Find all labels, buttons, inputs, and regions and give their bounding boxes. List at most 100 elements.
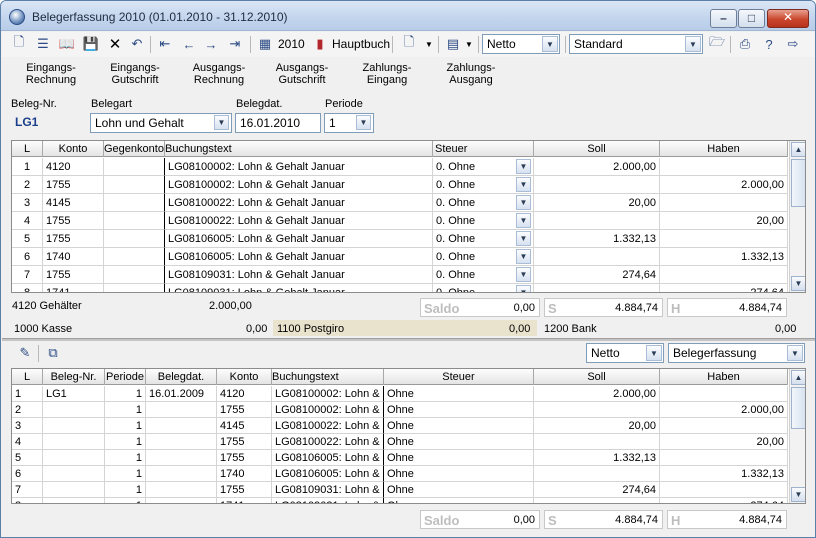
cell-konto[interactable]: 1755 xyxy=(217,482,272,498)
cell-belegdat[interactable] xyxy=(146,498,217,503)
table-row[interactable]: 2 1 1755 LG08100002: Lohn & Gehalt Januar Oh… xyxy=(12,402,788,418)
cell-steuer[interactable]: 0. Ohne ▼ xyxy=(433,176,534,194)
table-row[interactable]: 2 1755 LG08100002: Lohn & Gehalt Januar 0. … xyxy=(12,176,788,194)
cell-gegenkonto[interactable] xyxy=(104,158,165,176)
chevron-down-icon[interactable]: ▼ xyxy=(516,267,531,282)
cell-soll[interactable] xyxy=(534,434,660,450)
cell-periode[interactable]: 1 xyxy=(105,498,146,503)
last-record-button[interactable]: ⇥ xyxy=(224,34,246,54)
prev-record-button[interactable]: ← xyxy=(178,34,200,54)
cell-konto[interactable]: 1741 xyxy=(43,284,104,292)
year-label[interactable]: 2010 xyxy=(278,34,305,54)
document-menu-button[interactable]: 🗋 xyxy=(398,34,420,54)
cell-l[interactable]: 5 xyxy=(12,230,43,248)
zahlungs-eingang-button[interactable]: Zahlungs- Eingang xyxy=(352,62,422,86)
cell-soll[interactable]: 20,00 xyxy=(534,418,660,434)
cell-steuer[interactable]: Ohne xyxy=(384,402,534,418)
minimize-button[interactable]: – xyxy=(710,9,737,28)
cell-beleg-nr[interactable] xyxy=(43,482,105,498)
cell-beleg-nr[interactable] xyxy=(43,434,105,450)
cell-periode[interactable]: 1 xyxy=(105,386,146,402)
cell-haben[interactable]: 1.332,13 xyxy=(660,248,788,266)
cell-beleg-nr[interactable]: LG1 xyxy=(43,386,105,402)
cell-buchungstext[interactable]: LG08106005: Lohn & Gehalt Januar xyxy=(165,230,433,248)
cell-steuer[interactable]: Ohne xyxy=(384,466,534,482)
cell-belegdat[interactable] xyxy=(146,450,217,466)
table-row[interactable]: 5 1 1755 LG08106005: Lohn & Gehalt Januar Oh… xyxy=(12,450,788,466)
cell-soll[interactable]: 274,64 xyxy=(534,482,660,498)
close-window-button[interactable]: ✕ xyxy=(767,9,809,28)
chevron-down-icon[interactable]: ▼ xyxy=(542,36,558,52)
help-button[interactable]: ? xyxy=(758,34,780,54)
cell-konto[interactable]: 1740 xyxy=(217,466,272,482)
cell-l[interactable]: 2 xyxy=(12,176,43,194)
cell-buchungstext[interactable]: LG08100022: Lohn & Gehalt Januar xyxy=(165,194,433,212)
table-row[interactable]: 7 1755 LG08109031: Lohn & Gehalt Januar 0. … xyxy=(12,266,788,284)
column-header-l[interactable]: L xyxy=(12,141,43,157)
cell-haben[interactable]: 274,64 xyxy=(660,284,788,292)
cell-buchungstext[interactable]: LG08100022: Lohn & Gehalt Januar xyxy=(165,212,433,230)
cell-belegdat[interactable]: 16.01.2009 xyxy=(146,386,217,402)
cell-konto[interactable]: 1740 xyxy=(43,248,104,266)
column-header-soll[interactable]: Soll xyxy=(534,369,660,385)
cell-belegdat[interactable] xyxy=(146,466,217,482)
table-row[interactable]: 4 1 1755 LG08100022: Lohn & Gehalt Januar Oh… xyxy=(12,434,788,450)
cell-l[interactable]: 4 xyxy=(12,212,43,230)
belegart-select[interactable]: Lohn und Gehalt ▼ xyxy=(90,113,232,133)
table-row[interactable]: 8 1 1741 LG08109031: Lohn & Gehalt Januar Oh… xyxy=(12,498,788,503)
cell-haben[interactable] xyxy=(660,266,788,284)
column-header-steuer[interactable]: Steuer xyxy=(433,141,534,157)
cell-belegdat[interactable] xyxy=(146,434,217,450)
periode-select[interactable]: 1 ▼ xyxy=(324,113,374,133)
cell-buchungstext[interactable]: LG08109031: Lohn & Gehalt Januar xyxy=(165,266,433,284)
cell-soll[interactable] xyxy=(534,176,660,194)
chevron-down-icon[interactable]: ▼ xyxy=(516,285,531,292)
cell-periode[interactable]: 1 xyxy=(105,450,146,466)
cell-periode[interactable]: 1 xyxy=(105,482,146,498)
chevron-down-icon[interactable]: ▼ xyxy=(787,345,803,361)
table-row[interactable]: 8 1741 LG08109031: Lohn & Gehalt Januar 0. … xyxy=(12,284,788,292)
cell-haben[interactable] xyxy=(660,158,788,176)
cell-haben[interactable]: 1.332,13 xyxy=(660,466,788,482)
maximize-button[interactable]: □ xyxy=(738,9,765,28)
cell-gegenkonto[interactable] xyxy=(104,284,165,292)
cell-haben[interactable]: 20,00 xyxy=(660,212,788,230)
cell-konto[interactable]: 1755 xyxy=(217,402,272,418)
cell-soll[interactable] xyxy=(534,212,660,230)
cell-soll[interactable]: 2.000,00 xyxy=(534,386,660,402)
cell-konto[interactable]: 1755 xyxy=(43,212,104,230)
cell-l[interactable]: 5 xyxy=(12,450,43,466)
cell-buchungstext[interactable]: LG08106005: Lohn & Gehalt Januar xyxy=(272,450,384,466)
eingangs-gutschrift-button[interactable]: Eingangs- Gutschrift xyxy=(100,62,170,86)
tax-mode-select[interactable]: Netto ▼ xyxy=(482,34,560,54)
table-row[interactable]: 5 1755 LG08106005: Lohn & Gehalt Januar 0. … xyxy=(12,230,788,248)
cell-haben[interactable]: 274,64 xyxy=(660,498,788,503)
cell-l[interactable]: 3 xyxy=(12,194,43,212)
cell-soll[interactable] xyxy=(534,498,660,503)
cell-gegenkonto[interactable] xyxy=(104,212,165,230)
cell-belegdat[interactable] xyxy=(146,418,217,434)
chevron-down-icon[interactable]: ▼ xyxy=(516,249,531,264)
cell-steuer[interactable]: Ohne xyxy=(384,386,534,402)
cell-haben[interactable]: 20,00 xyxy=(660,434,788,450)
table-row[interactable]: 1 4120 LG08100002: Lohn & Gehalt Januar 0. … xyxy=(12,158,788,176)
scroll-down-icon[interactable]: ▼ xyxy=(791,487,805,502)
cell-gegenkonto[interactable] xyxy=(104,194,165,212)
cell-steuer[interactable]: Ohne xyxy=(384,434,534,450)
print-button[interactable]: ⎙ xyxy=(734,34,756,54)
table-row[interactable]: 3 1 4145 LG08100022: Lohn & Gehalt Januar Oh… xyxy=(12,418,788,434)
cell-haben[interactable] xyxy=(660,450,788,466)
cell-l[interactable]: 2 xyxy=(12,402,43,418)
column-header-konto[interactable]: Konto xyxy=(217,369,272,385)
cell-konto[interactable]: 1755 xyxy=(43,230,104,248)
cell-buchungstext[interactable]: LG08100002: Lohn & Gehalt Januar xyxy=(165,158,433,176)
cell-soll[interactable] xyxy=(534,284,660,292)
ausgangs-gutschrift-button[interactable]: Ausgangs- Gutschrift xyxy=(267,62,337,86)
cell-steuer[interactable]: 0. Ohne ▼ xyxy=(433,212,534,230)
column-header-konto[interactable]: Konto xyxy=(43,141,104,157)
cell-haben[interactable] xyxy=(660,386,788,402)
chevron-down-icon[interactable]: ▼ xyxy=(685,36,701,52)
table-row[interactable]: 3 4145 LG08100022: Lohn & Gehalt Januar 0. … xyxy=(12,194,788,212)
scroll-thumb[interactable] xyxy=(791,159,805,207)
cell-l[interactable]: 7 xyxy=(12,482,43,498)
